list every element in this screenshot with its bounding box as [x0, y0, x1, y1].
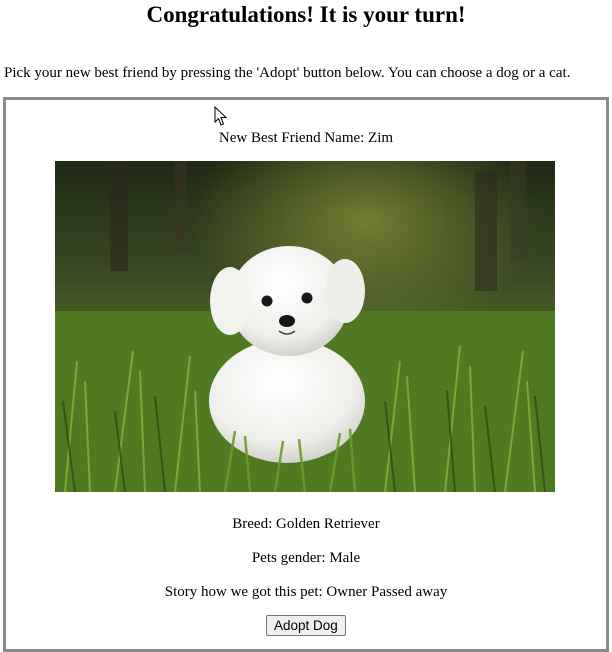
pet-breed: Breed: Golden Retriever [232, 516, 380, 532]
page-title: Congratulations! It is your turn! [146, 2, 466, 27]
adopt-dog-button[interactable]: Adopt Dog [266, 615, 346, 636]
pet-gender: Pets gender: Male [251, 550, 361, 566]
pet-card: New Best Friend Name: Zim Breed: Golden … [3, 97, 609, 652]
pet-name: New Best Friend Name: Zim [218, 130, 394, 146]
intro-text: Pick your new best friend by pressing th… [4, 65, 571, 81]
pet-story: Story how we got this pet: Owner Passed … [164, 584, 448, 600]
pet-photo [55, 161, 555, 492]
